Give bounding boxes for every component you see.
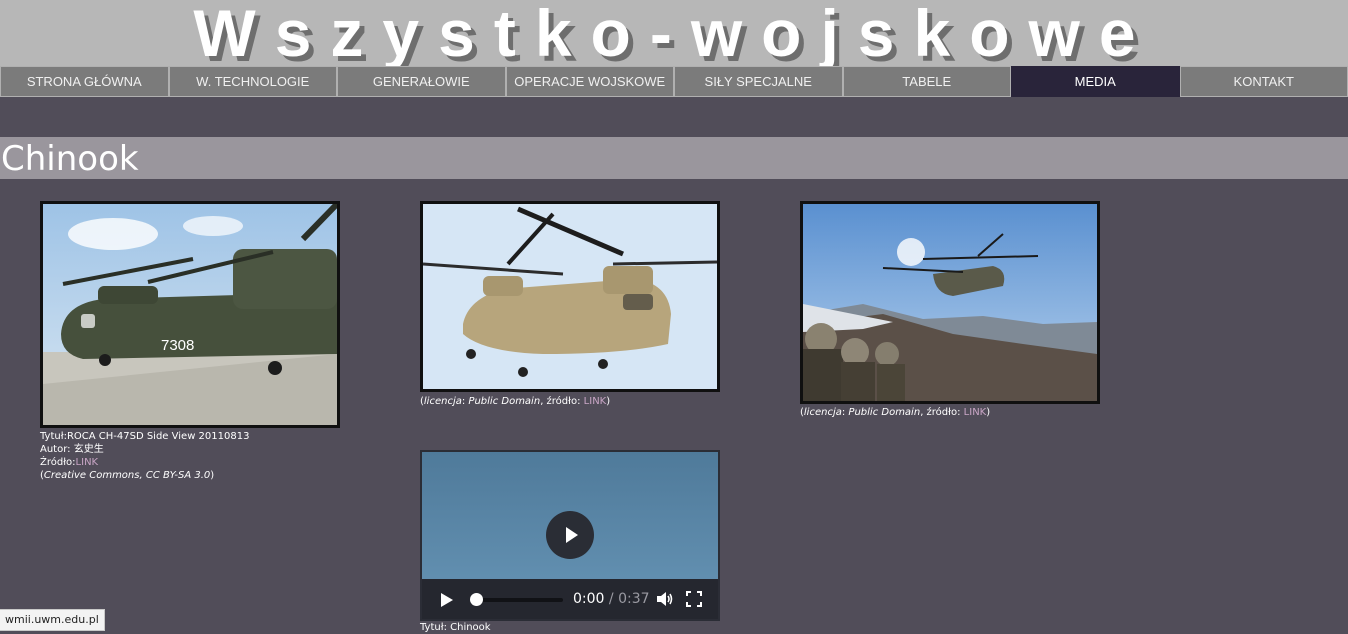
big-play-icon[interactable] [546, 511, 594, 559]
paren-close: ) [986, 407, 990, 418]
status-bar-url: wmii.uwm.edu.pl [0, 609, 105, 631]
main-nav: STRONA GŁÓWNA W. TECHNOLOGIE GENERAŁOWIE… [0, 66, 1348, 97]
nav-item-tabele[interactable]: TABELE [843, 66, 1012, 97]
chinook-mountains-image[interactable] [800, 201, 1100, 404]
nav-item-technologie[interactable]: W. TECHNOLOGIE [169, 66, 338, 97]
source-link[interactable]: LINK [964, 407, 987, 418]
play-icon[interactable] [440, 592, 454, 608]
image2-caption: (licencja: Public Domain, źródło: LINK) [420, 395, 610, 408]
caption-title: ROCA CH-47SD Side View 20110813 [67, 431, 250, 442]
duration: 0:37 [618, 591, 649, 607]
nav-item-sily-specjalne[interactable]: SIŁY SPECJALNE [674, 66, 843, 97]
license-value: Public Domain [468, 396, 540, 407]
svg-text:7308: 7308 [161, 337, 194, 354]
helicopter-flight-photo [423, 204, 717, 389]
helicopter-ground-photo: 7308 [43, 204, 337, 425]
seek-bar[interactable] [477, 598, 563, 602]
caption-title-label: Tytuł: [40, 431, 67, 442]
video-controls: 0:00 / 0:37 [422, 579, 718, 621]
nav-item-media[interactable]: MEDIA [1011, 66, 1180, 97]
license-value: Public Domain [848, 407, 920, 418]
caption-source-label: Źródło: [40, 457, 76, 468]
fullscreen-icon[interactable] [686, 591, 702, 607]
nav-item-operacje[interactable]: OPERACJE WOJSKOWE [506, 66, 675, 97]
current-time: 0:00 [573, 591, 604, 607]
video-player[interactable]: 0:00 / 0:37 [420, 450, 720, 621]
image1-caption: Tytuł:ROCA CH-47SD Side View 20110813 Au… [40, 430, 249, 482]
nav-item-strona-glowna[interactable]: STRONA GŁÓWNA [0, 66, 169, 97]
time-separator: / [604, 591, 618, 607]
seek-handle[interactable] [470, 593, 483, 606]
video-caption: Tytuł: Chinook [420, 621, 491, 634]
license-label: licencja [424, 396, 462, 407]
chinook-side-view-image[interactable]: 7308 [40, 201, 340, 428]
site-banner: Wszystko-wojskowe [0, 0, 1348, 66]
title-bar [0, 137, 1348, 179]
caption-author: 玄史生 [74, 444, 104, 455]
source-label: , źródło: [540, 396, 583, 407]
license-paren-close: ) [210, 470, 214, 481]
source-link[interactable]: LINK [76, 457, 99, 468]
chinook-flight-image[interactable] [420, 201, 720, 392]
license-label: licencja [804, 407, 842, 418]
site-title: Wszystko-wojskowe [193, 0, 1154, 72]
time-display: 0:00 / 0:37 [573, 591, 650, 607]
helicopter-mountains-photo [803, 204, 1097, 401]
caption-license: Creative Commons, CC BY-SA 3.0 [44, 470, 210, 481]
nav-item-kontakt[interactable]: KONTAKT [1180, 66, 1348, 97]
source-label: , źródło: [920, 407, 963, 418]
volume-icon[interactable] [656, 591, 674, 607]
caption-author-label: Autor: [40, 444, 74, 455]
nav-item-generalowie[interactable]: GENERAŁOWIE [337, 66, 506, 97]
source-link[interactable]: LINK [584, 396, 607, 407]
image3-caption: (licencja: Public Domain, źródło: LINK) [800, 406, 990, 419]
paren-close: ) [606, 396, 610, 407]
page-title: Chinook [1, 138, 139, 180]
